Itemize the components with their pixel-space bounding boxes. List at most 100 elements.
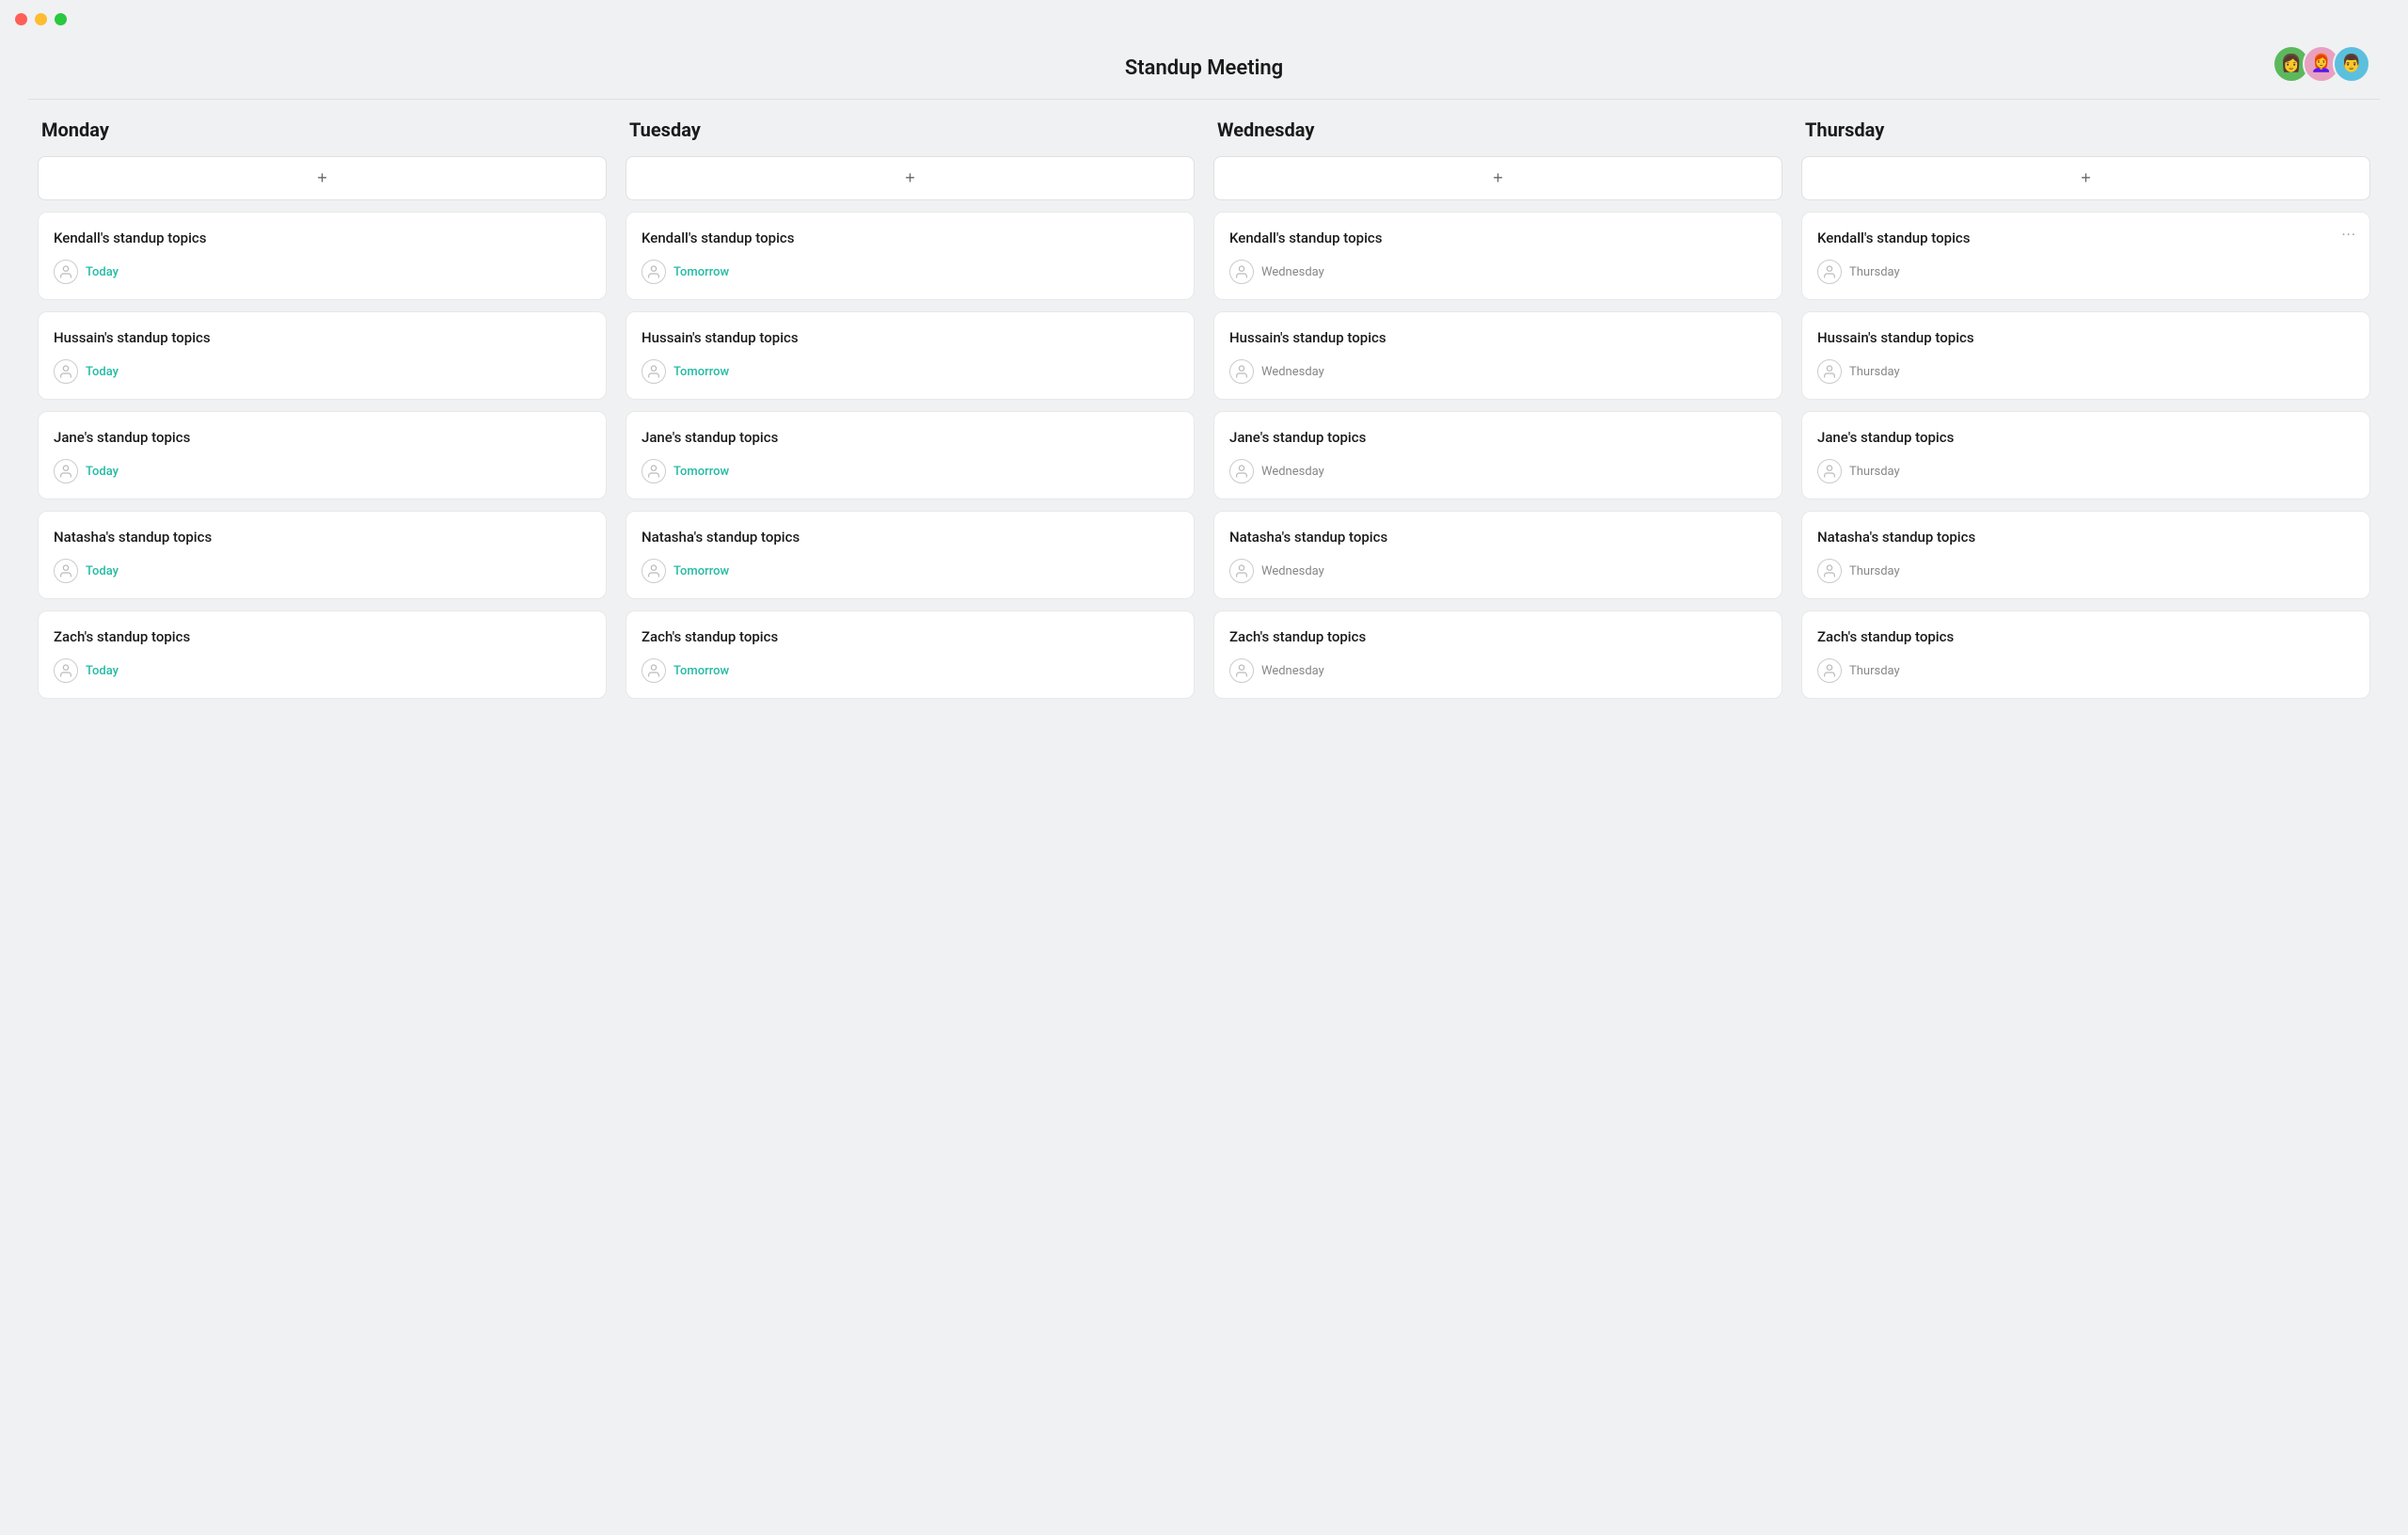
- card-title: Hussain's standup topics: [1229, 329, 1766, 346]
- column-header-tuesday: Tuesday: [626, 119, 1195, 156]
- table-row[interactable]: Jane's standup topics Today: [38, 411, 607, 499]
- card-meta: Thursday: [1817, 459, 2354, 483]
- card-date: Thursday: [1849, 265, 1900, 279]
- table-row[interactable]: Natasha's standup topics Wednesday: [1213, 511, 1782, 599]
- card-avatar-icon: [54, 359, 78, 384]
- add-card-button-tuesday[interactable]: +: [626, 156, 1195, 200]
- card-date: Thursday: [1849, 564, 1900, 578]
- table-row[interactable]: Natasha's standup topics Today: [38, 511, 607, 599]
- card-meta: Thursday: [1817, 359, 2354, 384]
- card-meta: Tomorrow: [642, 459, 1179, 483]
- column-monday: Monday+Kendall's standup topics TodayHus…: [28, 119, 616, 710]
- card-meta: Tomorrow: [642, 260, 1179, 284]
- card-date: Wednesday: [1261, 564, 1324, 578]
- card-title: Hussain's standup topics: [54, 329, 591, 346]
- table-row[interactable]: Hussain's standup topics Tomorrow: [626, 311, 1195, 400]
- table-row[interactable]: Natasha's standup topics Tomorrow: [626, 511, 1195, 599]
- add-card-button-wednesday[interactable]: +: [1213, 156, 1782, 200]
- card-avatar-icon: [1229, 359, 1254, 384]
- table-row[interactable]: Jane's standup topics Tomorrow: [626, 411, 1195, 499]
- card-meta: Today: [54, 658, 591, 683]
- table-row[interactable]: Zach's standup topics Today: [38, 610, 607, 699]
- card-menu-button[interactable]: ···: [2341, 226, 2356, 244]
- table-row[interactable]: Hussain's standup topics Wednesday: [1213, 311, 1782, 400]
- card-title: Hussain's standup topics: [642, 329, 1179, 346]
- card-date: Today: [86, 265, 119, 279]
- card-date: Thursday: [1849, 365, 1900, 379]
- table-row[interactable]: Kendall's standup topics Thursday···: [1801, 212, 2370, 300]
- card-title: Hussain's standup topics: [1817, 329, 2354, 346]
- table-row[interactable]: Zach's standup topics Wednesday: [1213, 610, 1782, 699]
- card-meta: Today: [54, 260, 591, 284]
- avatar-3[interactable]: 👨: [2333, 45, 2370, 83]
- card-avatar-icon: [54, 658, 78, 683]
- card-date: Today: [86, 465, 119, 479]
- table-row[interactable]: Zach's standup topics Thursday: [1801, 610, 2370, 699]
- card-avatar-icon: [1229, 559, 1254, 583]
- add-card-button-monday[interactable]: +: [38, 156, 607, 200]
- card-avatar-icon: [1229, 658, 1254, 683]
- card-date: Today: [86, 365, 119, 379]
- card-date: Wednesday: [1261, 365, 1324, 379]
- card-avatar-icon: [54, 459, 78, 483]
- card-date: Wednesday: [1261, 465, 1324, 479]
- card-avatar-icon: [642, 359, 666, 384]
- card-date: Tomorrow: [673, 365, 729, 379]
- table-row[interactable]: Kendall's standup topics Today: [38, 212, 607, 300]
- table-row[interactable]: Natasha's standup topics Thursday: [1801, 511, 2370, 599]
- card-title: Zach's standup topics: [1817, 628, 2354, 645]
- card-title: Jane's standup topics: [54, 429, 591, 446]
- card-title: Zach's standup topics: [54, 628, 591, 645]
- table-row[interactable]: Hussain's standup topics Thursday: [1801, 311, 2370, 400]
- card-avatar-icon: [1817, 459, 1842, 483]
- card-meta: Tomorrow: [642, 559, 1179, 583]
- card-title: Kendall's standup topics: [642, 229, 1179, 246]
- table-row[interactable]: Kendall's standup topics Wednesday: [1213, 212, 1782, 300]
- table-row[interactable]: Kendall's standup topics Tomorrow: [626, 212, 1195, 300]
- card-date: Tomorrow: [673, 265, 729, 279]
- header-divider: [28, 99, 2380, 100]
- table-row[interactable]: Hussain's standup topics Today: [38, 311, 607, 400]
- card-meta: Wednesday: [1229, 658, 1766, 683]
- card-title: Zach's standup topics: [642, 628, 1179, 645]
- card-avatar-icon: [642, 459, 666, 483]
- column-wednesday: Wednesday+Kendall's standup topics Wedne…: [1204, 119, 1792, 710]
- app-header: Standup Meeting 👩 👩‍🦰 👨: [0, 38, 2408, 89]
- card-date: Wednesday: [1261, 265, 1324, 279]
- column-thursday: Thursday+Kendall's standup topics Thursd…: [1792, 119, 2380, 710]
- card-avatar-icon: [642, 559, 666, 583]
- card-title: Natasha's standup topics: [1817, 529, 2354, 546]
- card-avatar-icon: [1229, 260, 1254, 284]
- card-date: Thursday: [1849, 664, 1900, 678]
- card-date: Tomorrow: [673, 664, 729, 678]
- table-row[interactable]: Jane's standup topics Thursday: [1801, 411, 2370, 499]
- board: Monday+Kendall's standup topics TodayHus…: [0, 119, 2408, 738]
- card-avatar-icon: [54, 559, 78, 583]
- table-row[interactable]: Zach's standup topics Tomorrow: [626, 610, 1195, 699]
- card-title: Natasha's standup topics: [1229, 529, 1766, 546]
- table-row[interactable]: Jane's standup topics Wednesday: [1213, 411, 1782, 499]
- card-meta: Thursday: [1817, 559, 2354, 583]
- card-date: Tomorrow: [673, 465, 729, 479]
- traffic-light-yellow[interactable]: [35, 13, 47, 25]
- card-title: Jane's standup topics: [642, 429, 1179, 446]
- card-title: Natasha's standup topics: [642, 529, 1179, 546]
- card-title: Kendall's standup topics: [54, 229, 591, 246]
- traffic-light-green[interactable]: [55, 13, 67, 25]
- card-meta: Thursday: [1817, 260, 2354, 284]
- card-title: Jane's standup topics: [1817, 429, 2354, 446]
- card-meta: Today: [54, 559, 591, 583]
- card-title: Jane's standup topics: [1229, 429, 1766, 446]
- card-avatar-icon: [1817, 260, 1842, 284]
- card-date: Today: [86, 664, 119, 678]
- card-avatar-icon: [1817, 658, 1842, 683]
- title-bar: [0, 0, 2408, 38]
- card-meta: Wednesday: [1229, 459, 1766, 483]
- column-header-wednesday: Wednesday: [1213, 119, 1782, 156]
- avatar-group: 👩 👩‍🦰 👨: [2273, 45, 2370, 83]
- card-avatar-icon: [642, 260, 666, 284]
- traffic-light-red[interactable]: [15, 13, 27, 25]
- card-avatar-icon: [1817, 359, 1842, 384]
- add-card-button-thursday[interactable]: +: [1801, 156, 2370, 200]
- card-meta: Today: [54, 359, 591, 384]
